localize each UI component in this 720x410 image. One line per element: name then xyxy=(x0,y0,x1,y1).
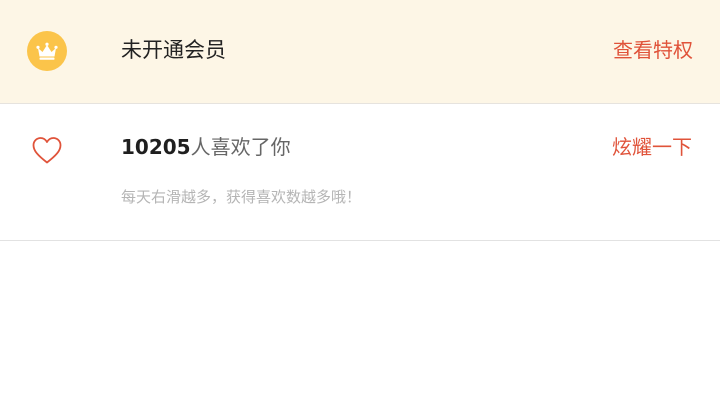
likes-suffix: 人喜欢了你 xyxy=(190,135,291,159)
crown-glyph xyxy=(36,42,58,60)
likes-summary-row: 10205人喜欢了你 炫耀一下 每天右滑越多，获得喜欢数越多哦！ xyxy=(0,105,720,241)
likes-count-text: 10205人喜欢了你 xyxy=(121,133,291,161)
vip-membership-row[interactable]: 未开通会员 查看特权 xyxy=(0,0,720,104)
crown-icon xyxy=(27,31,67,71)
screen: 未开通会员 查看特权 10205人喜欢了你 炫耀一下 每天右滑越多，获得喜欢数越… xyxy=(0,0,720,410)
likes-hint-text: 每天右滑越多，获得喜欢数越多哦！ xyxy=(121,188,362,206)
show-off-button[interactable]: 炫耀一下 xyxy=(612,133,692,161)
vip-status-label: 未开通会员 xyxy=(121,38,226,62)
heart-outline-icon xyxy=(32,137,62,164)
likes-count: 10205 xyxy=(121,135,191,159)
view-privileges-link[interactable]: 查看特权 xyxy=(613,36,693,64)
